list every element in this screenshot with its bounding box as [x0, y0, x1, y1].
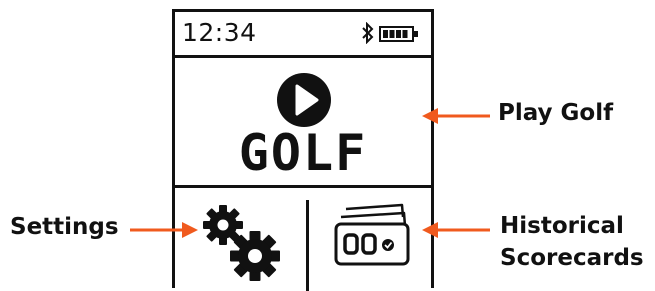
- callout-historical-line1: Historical: [500, 213, 624, 239]
- golf-label: GOLF: [238, 124, 368, 182]
- scorecards-icon: [334, 203, 410, 266]
- play-icon: [276, 72, 332, 132]
- arrow-settings-icon: [130, 222, 198, 238]
- battery-full-icon: [379, 26, 419, 46]
- arrow-scorecards-icon: [422, 222, 490, 238]
- play-golf-button[interactable]: GOLF: [175, 58, 431, 188]
- bluetooth-icon: [361, 21, 375, 48]
- device-screen: 12:34 GOLF: [172, 9, 434, 291]
- callout-historical-scorecards: Historical Scorecards: [500, 210, 644, 274]
- callout-play-golf: Play Golf: [498, 100, 614, 126]
- callout-historical-line2: Scorecards: [500, 245, 644, 271]
- callout-settings: Settings: [10, 214, 119, 240]
- gears-icon: [203, 205, 280, 281]
- bottom-row: [175, 188, 431, 291]
- scorecards-button[interactable]: [332, 202, 414, 272]
- settings-button[interactable]: [199, 201, 284, 285]
- clock-time: 12:34: [182, 18, 257, 47]
- arrow-play-icon: [422, 108, 490, 124]
- divider: [306, 200, 309, 291]
- status-bar: 12:34: [175, 12, 431, 58]
